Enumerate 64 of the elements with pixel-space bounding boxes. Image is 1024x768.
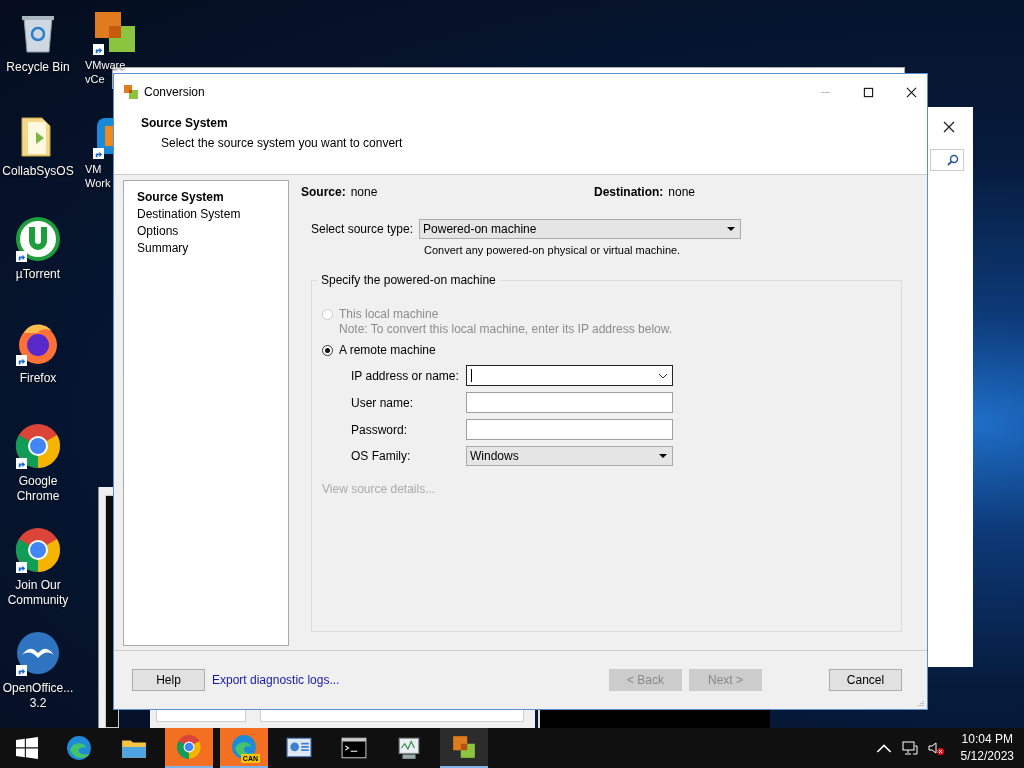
app-icon [176, 734, 202, 760]
export-logs-link[interactable]: Export diagnostic logs... [212, 673, 340, 687]
caret-icon [659, 454, 667, 458]
field-label: User name: [351, 395, 415, 410]
volume-muted-icon[interactable] [927, 740, 944, 756]
radio-label[interactable]: A remote machine [339, 343, 436, 358]
windows-start-icon[interactable] [16, 737, 38, 759]
desktop-icon-label[interactable]: µTorrent [2, 267, 74, 282]
chrome-icon[interactable] [14, 525, 62, 574]
desktop-icon-label[interactable]: VM Work [85, 161, 111, 190]
maximize-icon[interactable] [863, 86, 874, 98]
radio-button[interactable] [322, 345, 333, 356]
ip-combo-box[interactable] [466, 365, 673, 386]
page-title: Source System [141, 116, 229, 130]
resize-grip-icon[interactable] [918, 700, 924, 706]
wizard-step[interactable]: Source System [137, 189, 288, 206]
field-label: IP address or name: [351, 368, 460, 383]
app-icon [396, 735, 422, 761]
wizard-step[interactable]: Options [137, 223, 288, 240]
desktop-icon-label[interactable]: CollabSysOS [2, 163, 74, 179]
app-icon [66, 735, 92, 761]
dialog-button[interactable]: Help [132, 669, 205, 691]
clock-time[interactable]: 10:04 PM [961, 731, 1013, 748]
password-field[interactable] [466, 419, 673, 440]
wizard-step[interactable]: Summary [137, 240, 288, 257]
search-icon[interactable] [947, 154, 959, 166]
summary-label: Destination: [594, 185, 664, 199]
source-type-description: Convert any powered-on physical or virtual machine. [424, 244, 682, 256]
desktop-icon-label[interactable]: Recycle Bin [2, 60, 74, 75]
desktop-icon-label[interactable]: OpenOffice... 3.2 [2, 681, 74, 711]
summary-value: none [350, 185, 378, 199]
desktop-icon-label[interactable]: Firefox [2, 370, 74, 386]
seagull-icon[interactable] [14, 629, 62, 677]
chevron-down-icon [658, 372, 668, 379]
os-family-dropdown[interactable]: Windows [466, 446, 673, 466]
input-field[interactable] [466, 392, 673, 413]
source-type-dropdown[interactable]: Powered-on machine [419, 219, 742, 239]
taskbar-app[interactable] [440, 728, 488, 768]
field-label: Password: [351, 422, 409, 437]
app-icon [341, 735, 367, 761]
summary-value: none [668, 185, 696, 199]
desktop-icon-label[interactable]: VMware vCe [85, 58, 126, 86]
summary-label: Source: [301, 185, 346, 199]
chrome-icon[interactable] [14, 422, 62, 470]
app-icon [451, 734, 477, 760]
app-icon [231, 734, 257, 760]
field-label: OS Family: [351, 449, 412, 463]
clock-date[interactable]: 5/12/2023 [960, 748, 1014, 765]
page-subtitle: Select the source system you want to convert [161, 136, 404, 150]
radio-note: Note: To convert this local machine, enter its IP address below. [339, 322, 673, 337]
group-title: Specify the powered-on machine [317, 273, 500, 287]
network-icon[interactable] [901, 740, 918, 756]
app-icon [124, 85, 138, 99]
torrent-icon[interactable] [14, 215, 62, 263]
caret-icon [727, 227, 736, 231]
close-icon[interactable] [943, 121, 955, 133]
field-label: Select source type: [311, 222, 414, 236]
dialog-button[interactable]: Cancel [829, 669, 902, 691]
desktop-icon-label[interactable]: Google Chrome [2, 474, 74, 504]
desktop-icon-label[interactable]: Join Our Community [2, 577, 74, 608]
search-field[interactable] [930, 149, 964, 171]
wizard-step[interactable]: Destination System [137, 206, 288, 223]
close-icon[interactable] [906, 86, 917, 98]
window-title: Conversion [144, 85, 205, 99]
